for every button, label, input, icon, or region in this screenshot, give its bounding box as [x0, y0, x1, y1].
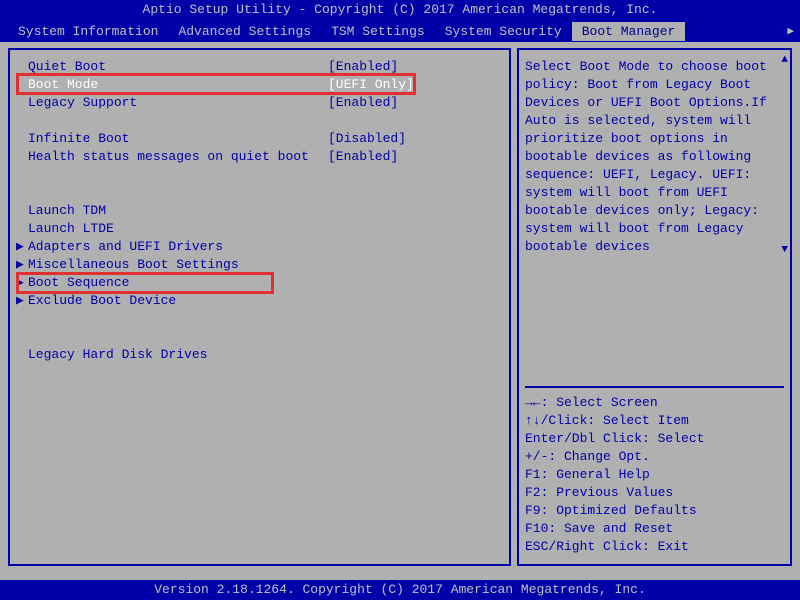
item-misc-boot-settings[interactable]: ▶ Miscellaneous Boot Settings: [16, 256, 503, 274]
value-quiet-boot: [Enabled]: [328, 58, 398, 76]
scroll-up-icon: ▲: [781, 54, 788, 66]
item-launch-tdm[interactable]: Launch TDM: [16, 202, 503, 220]
value-health-status: [Enabled]: [328, 148, 398, 184]
key-select-item: ↑↓/Click: Select Item: [525, 412, 784, 430]
label-legacy-hdd: Legacy Hard Disk Drives: [28, 346, 328, 364]
key-save-reset: F10: Save and Reset: [525, 520, 784, 538]
key-select-screen: →←: Select Screen: [525, 394, 784, 412]
key-general-help: F1: General Help: [525, 466, 784, 484]
label-legacy-support: Legacy Support: [28, 94, 328, 112]
tab-advanced-settings[interactable]: Advanced Settings: [168, 22, 321, 41]
key-optimized-defaults: F9: Optimized Defaults: [525, 502, 784, 520]
label-boot-seq: Boot Sequence: [28, 274, 328, 292]
value-boot-mode: [UEFI Only]: [328, 76, 414, 94]
help-panel: ▲ ▼ Select Boot Mode to choose boot poli…: [517, 48, 792, 566]
item-boot-sequence[interactable]: ▶ Boot Sequence: [16, 274, 503, 292]
help-text: Select Boot Mode to choose boot policy: …: [525, 58, 784, 380]
tab-system-security[interactable]: System Security: [435, 22, 572, 41]
label-launch-ltde: Launch LTDE: [28, 220, 328, 238]
key-previous-values: F2: Previous Values: [525, 484, 784, 502]
item-legacy-support[interactable]: Legacy Support [Enabled]: [16, 94, 503, 112]
item-boot-mode[interactable]: Boot Mode [UEFI Only]: [16, 76, 503, 94]
submenu-arrow-icon: ▶: [16, 274, 28, 292]
submenu-arrow-icon: ▶: [16, 238, 28, 256]
key-select: Enter/Dbl Click: Select: [525, 430, 784, 448]
value-infinite-boot: [Disabled]: [328, 130, 406, 148]
label-adapters: Adapters and UEFI Drivers: [28, 238, 328, 256]
keyhelp-block: →←: Select Screen ↑↓/Click: Select Item …: [525, 394, 784, 556]
key-change-opt: +/-: Change Opt.: [525, 448, 784, 466]
tab-tsm-settings[interactable]: TSM Settings: [321, 22, 435, 41]
item-quiet-boot[interactable]: Quiet Boot [Enabled]: [16, 58, 503, 76]
tab-bar: System Information Advanced Settings TSM…: [0, 20, 800, 42]
footer-bar: Version 2.18.1264. Copyright (C) 2017 Am…: [0, 580, 800, 600]
item-legacy-hdd[interactable]: Legacy Hard Disk Drives: [16, 346, 503, 364]
item-adapters-uefi-drivers[interactable]: ▶ Adapters and UEFI Drivers: [16, 238, 503, 256]
item-launch-ltde[interactable]: Launch LTDE: [16, 220, 503, 238]
label-exclude: Exclude Boot Device: [28, 292, 328, 310]
key-exit: ESC/Right Click: Exit: [525, 538, 784, 556]
tab-system-information[interactable]: System Information: [8, 22, 168, 41]
item-health-status[interactable]: Health status messages on quiet boot [En…: [16, 148, 503, 184]
label-infinite-boot: Infinite Boot: [28, 130, 328, 148]
label-launch-tdm: Launch TDM: [28, 202, 328, 220]
label-quiet-boot: Quiet Boot: [28, 58, 328, 76]
scroll-down-icon: ▼: [781, 244, 788, 256]
title-bar: Aptio Setup Utility - Copyright (C) 2017…: [0, 0, 800, 20]
tab-scroll-right-icon[interactable]: ▶: [787, 24, 794, 38]
label-boot-mode: Boot Mode: [28, 76, 328, 94]
help-divider: [525, 386, 784, 388]
item-exclude-boot-device[interactable]: ▶ Exclude Boot Device: [16, 292, 503, 310]
tab-boot-manager[interactable]: Boot Manager: [572, 22, 686, 41]
submenu-arrow-icon: ▶: [16, 256, 28, 274]
settings-panel: Quiet Boot [Enabled] Boot Mode [UEFI Onl…: [8, 48, 511, 566]
submenu-arrow-icon: ▶: [16, 292, 28, 310]
label-misc: Miscellaneous Boot Settings: [28, 256, 328, 274]
value-legacy-support: [Enabled]: [328, 94, 398, 112]
label-health-status: Health status messages on quiet boot: [28, 148, 328, 184]
item-infinite-boot[interactable]: Infinite Boot [Disabled]: [16, 130, 503, 148]
